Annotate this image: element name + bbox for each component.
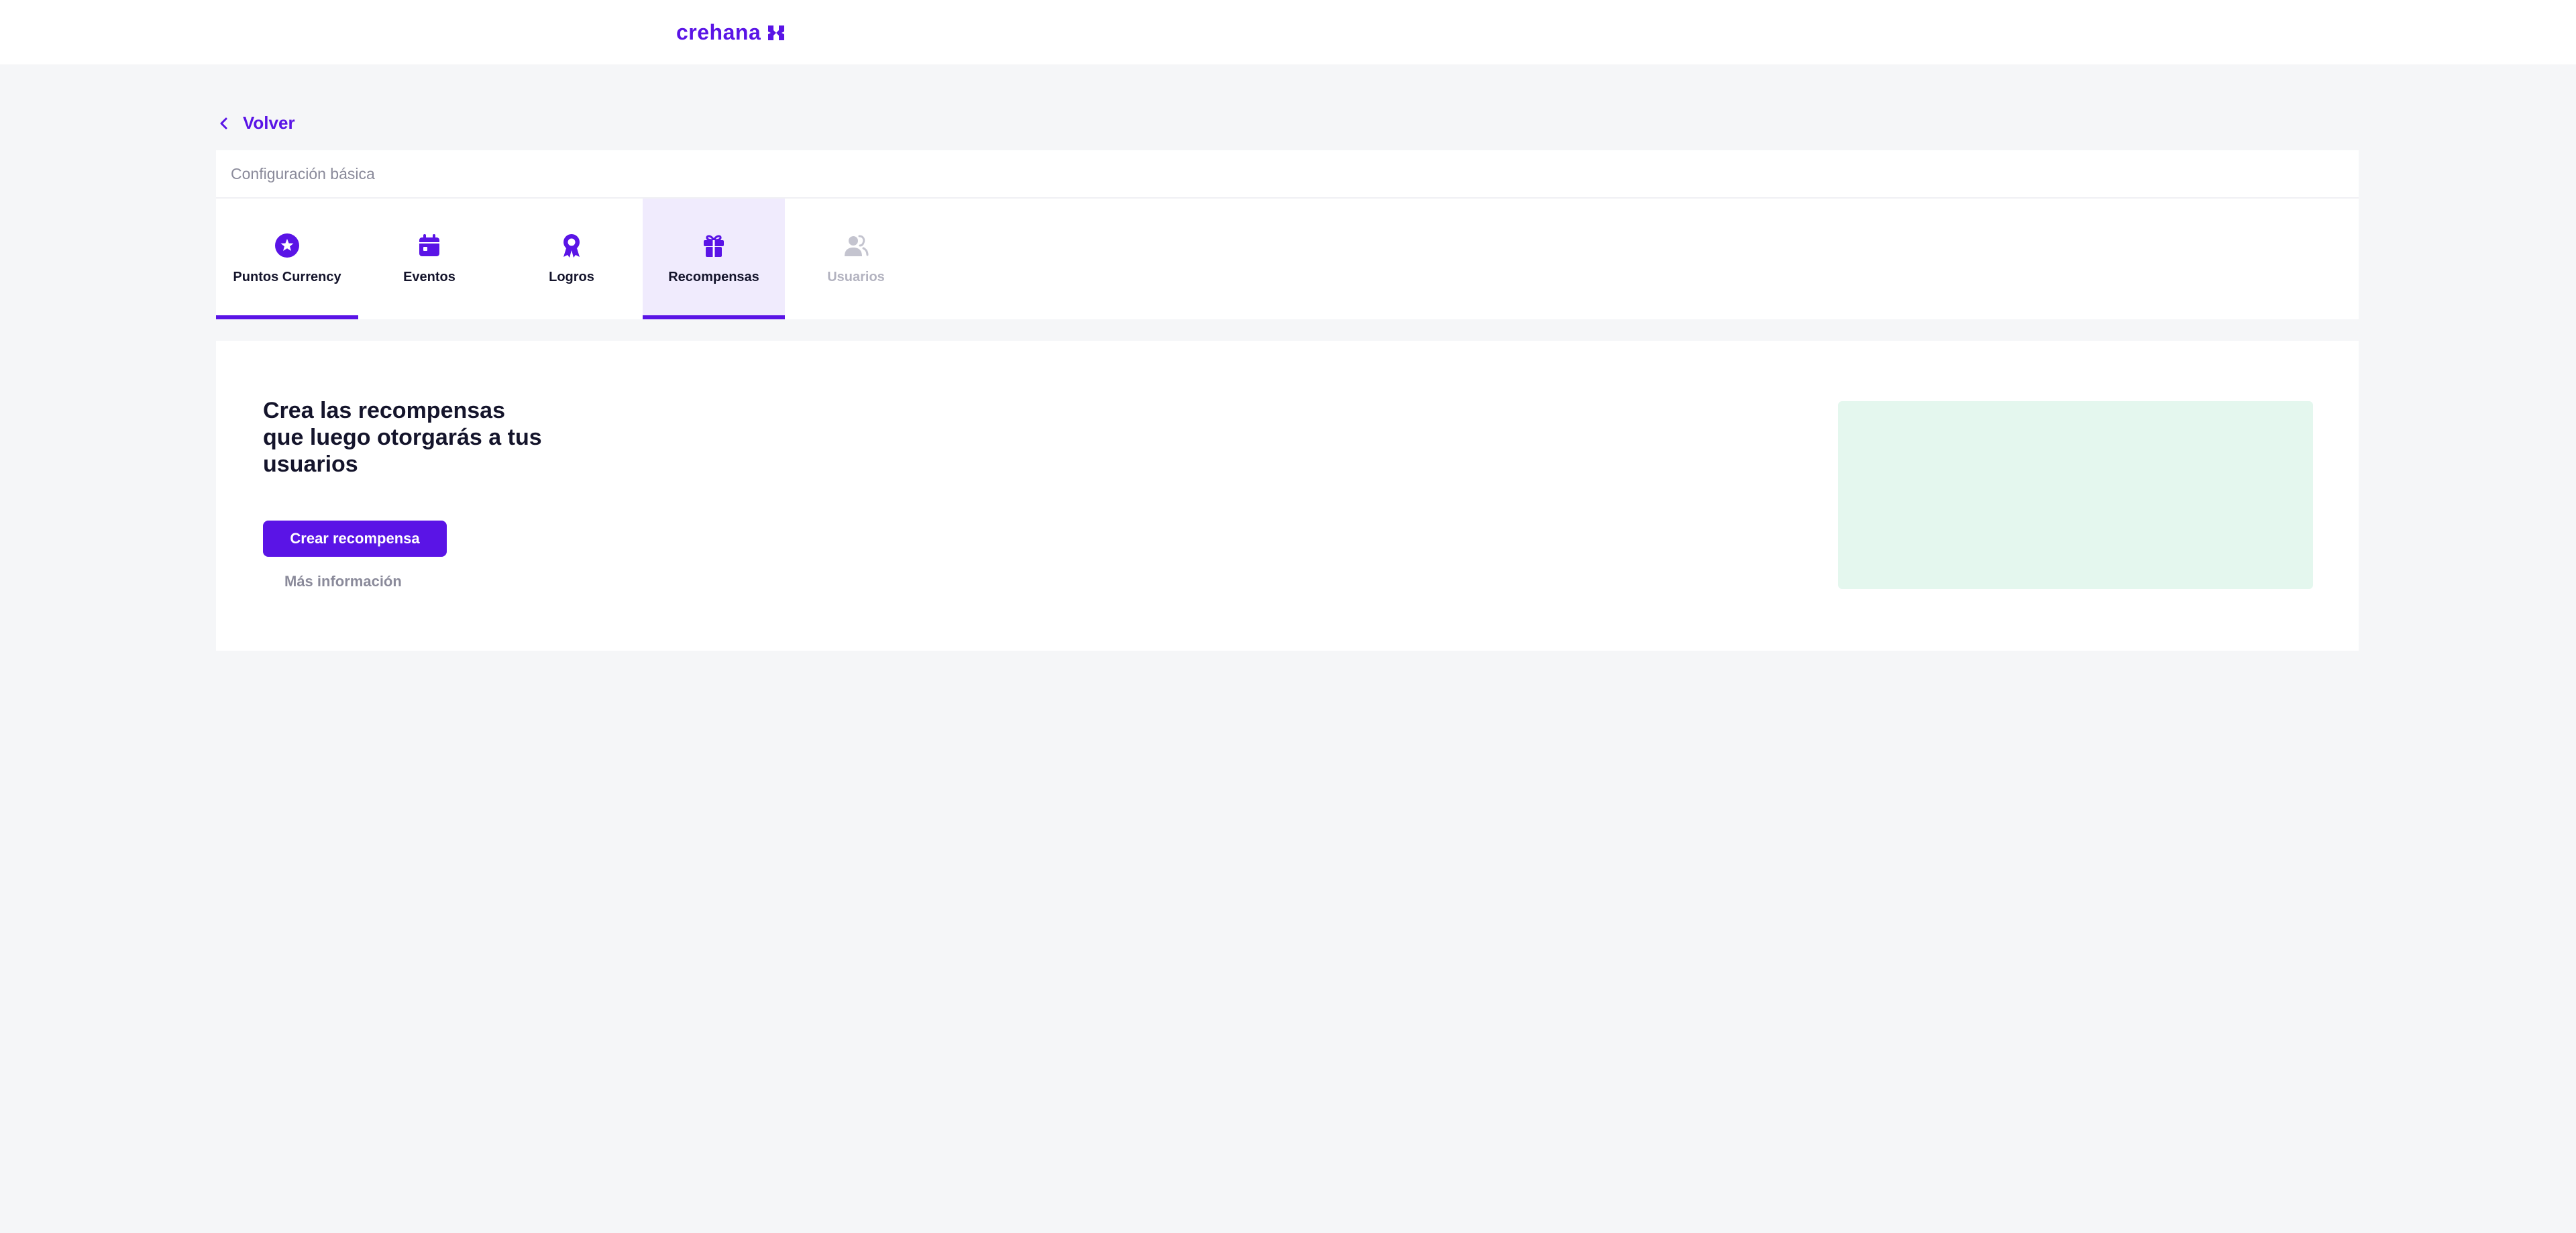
empty-state-illustration	[1838, 401, 2313, 589]
star-circle-icon	[274, 232, 301, 259]
award-ribbon-icon	[558, 232, 585, 259]
config-tabs: Puntos Currency Eventos Logros Recompens…	[216, 199, 2359, 319]
config-title: Configuración básica	[216, 150, 2359, 199]
create-reward-button[interactable]: Crear recompensa	[263, 521, 447, 557]
gift-icon	[700, 232, 727, 259]
top-bar: crehana	[0, 0, 2576, 64]
back-label: Volver	[243, 113, 295, 133]
empty-state-heading: Crea las recompensas que luego otorgarás…	[263, 398, 542, 477]
back-link[interactable]: Volver	[217, 113, 295, 133]
tab-logros[interactable]: Logros	[500, 199, 643, 319]
more-info-link[interactable]: Más información	[284, 573, 402, 590]
tab-label: Logros	[549, 270, 594, 284]
rewards-empty-state-card: Crea las recompensas que luego otorgarás…	[216, 341, 2359, 651]
logo-text: crehana	[676, 20, 761, 44]
crehana-logo[interactable]: crehana	[676, 20, 786, 45]
tab-label: Eventos	[403, 270, 455, 284]
tab-puntos-currency[interactable]: Puntos Currency	[216, 199, 358, 319]
crehana-logo-icon	[768, 25, 785, 40]
tab-recompensas[interactable]: Recompensas	[643, 199, 785, 319]
calendar-icon	[416, 232, 443, 259]
tab-usuarios[interactable]: Usuarios	[785, 199, 927, 319]
tab-label: Puntos Currency	[233, 270, 341, 284]
tab-label: Recompensas	[668, 270, 759, 284]
chevron-left-icon	[220, 117, 227, 129]
users-icon	[843, 232, 869, 259]
tab-label: Usuarios	[827, 270, 885, 284]
config-card: Configuración básica Puntos Currency Eve…	[216, 150, 2359, 319]
tab-eventos[interactable]: Eventos	[358, 199, 500, 319]
